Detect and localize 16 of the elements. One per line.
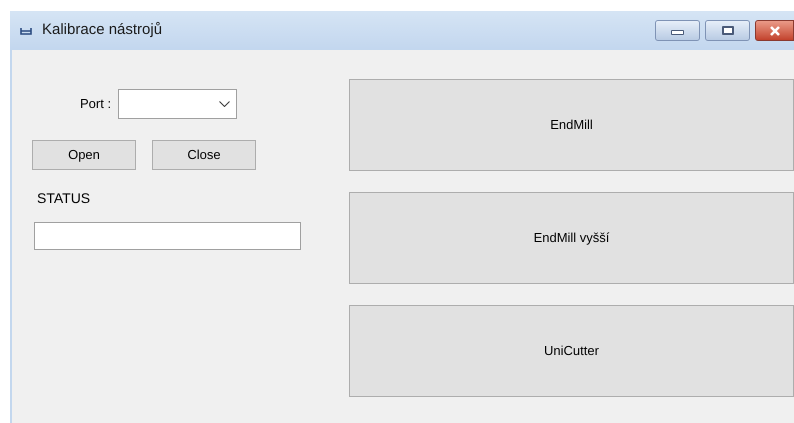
window-title: Kalibrace nástrojů: [42, 20, 162, 40]
maximize-button[interactable]: [705, 20, 750, 41]
close-icon: [768, 26, 780, 36]
connection-button[interactable]: Close: [152, 140, 256, 170]
port-label: Port :: [80, 95, 112, 114]
status-label: STATUS: [37, 189, 92, 208]
tool-button[interactable]: EndMill: [349, 79, 794, 171]
window-icon: [20, 26, 32, 34]
status-field[interactable]: [34, 222, 301, 250]
tool-button[interactable]: EndMill vyšší: [349, 192, 794, 284]
connection-button[interactable]: Open: [32, 140, 136, 170]
port-dropdown[interactable]: [118, 89, 238, 119]
chevron-down-icon: [219, 101, 230, 107]
tool-button[interactable]: UniCutter: [349, 305, 794, 397]
close-button[interactable]: [755, 20, 794, 41]
minimize-button[interactable]: [655, 20, 700, 41]
